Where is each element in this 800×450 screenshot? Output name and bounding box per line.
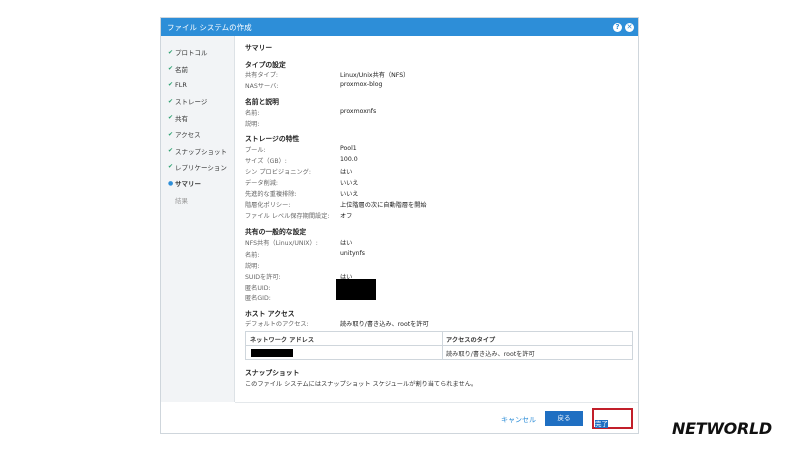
help-icon[interactable]: ? <box>613 22 622 32</box>
step-snapshot[interactable]: ✔ スナップショット <box>161 142 234 158</box>
close-icon[interactable]: ✕ <box>625 22 634 32</box>
dialog-title: ファイル システムの作成 <box>167 22 252 32</box>
step-access[interactable]: ✔ アクセス <box>161 126 234 142</box>
share-heading: 共有の一般的な設定 <box>245 228 307 236</box>
snapshot-text: このファイル システムにはスナップショット スケジュールが割り当てられません。 <box>245 381 478 388</box>
step-share[interactable]: ✔ 共有 <box>161 110 234 126</box>
summary-title: サマリー <box>245 44 273 52</box>
compression-row: データ削減: いいえ <box>245 180 359 187</box>
redacted-address <box>251 349 293 357</box>
storage-heading: ストレージの特性 <box>245 135 300 143</box>
step-name[interactable]: ✔ 名前 <box>161 60 234 76</box>
size-row: サイズ（GB）: 100.0 <box>245 156 358 165</box>
current-step-icon: ● <box>168 179 174 187</box>
back-button[interactable]: 戻る <box>545 411 583 426</box>
host-heading: ホスト アクセス <box>245 310 295 318</box>
access-type-header: アクセスのタイプ <box>446 337 496 344</box>
snapshot-heading: スナップショット <box>245 369 300 377</box>
check-icon: ✔ <box>168 97 174 105</box>
step-storage[interactable]: ✔ ストレージ <box>161 93 234 109</box>
dedup-row: 先進的な重複排除: いいえ <box>245 191 359 198</box>
share-type-row: 共有タイプ: Linux/Unix共有（NFS） <box>245 72 410 79</box>
create-filesystem-dialog: ファイル システムの作成 ? ✕ ✔ プロトコル ✔ 名前 ✔ FLR ✔ ストレージ … <box>160 17 639 434</box>
check-icon: ✔ <box>168 114 174 122</box>
pool-row: プール: Pool1 <box>245 145 357 154</box>
nas-server-row: NASサーバ: proxmox-blog <box>245 81 383 90</box>
tier-row: 階層化ポリシー: 上位階層の次に自動階層を開始 <box>245 202 427 209</box>
host-access-table: ネットワーク アドレス アクセスのタイプ 読み取り/書き込み、rootを許可 <box>245 331 633 360</box>
check-icon: ✔ <box>168 147 174 155</box>
name-row: 名前: proxmoxnfs <box>245 108 377 117</box>
flr-row: ファイル レベル保存期間設定: オフ <box>245 213 353 220</box>
dialog-titlebar: ファイル システムの作成 ? ✕ <box>161 18 638 36</box>
default-access-row: デフォルトのアクセス: 読み取り/書き込み、rootを許可 <box>245 321 429 328</box>
check-icon: ✔ <box>168 163 174 171</box>
description-row: 説明: <box>245 121 260 128</box>
step-summary[interactable]: ● サマリー <box>161 175 234 191</box>
redacted-block <box>336 279 376 300</box>
dialog-footer: キャンセル 戻る 完了 <box>235 402 638 434</box>
wizard-steps: ✔ プロトコル ✔ 名前 ✔ FLR ✔ ストレージ ✔ 共有 ✔ アクセス ✔ スナップショ… <box>161 36 235 402</box>
type-heading: タイプの設定 <box>245 61 286 69</box>
check-icon: ✔ <box>168 81 174 89</box>
check-icon: ✔ <box>168 65 174 73</box>
step-result: 結果 <box>175 196 188 205</box>
anon-gid-row: 匿名GID: <box>245 295 271 302</box>
share-desc-row: 説明: <box>245 263 260 270</box>
nfs-row: NFS共有（Linux/UNIX）: はい <box>245 240 353 247</box>
share-name-row: 名前: unitynfs <box>245 250 365 259</box>
cancel-button[interactable]: キャンセル <box>501 415 536 425</box>
networld-logo: NETWORLD <box>672 419 772 438</box>
step-protocol[interactable]: ✔ プロトコル <box>161 44 234 60</box>
step-replication[interactable]: ✔ レプリケーション <box>161 159 234 175</box>
step-flr[interactable]: ✔ FLR <box>161 77 234 93</box>
table-header: ネットワーク アドレス アクセスのタイプ <box>246 332 632 346</box>
suid-row: SUIDを許可: はい <box>245 274 353 281</box>
network-address-header: ネットワーク アドレス <box>250 337 315 344</box>
check-icon: ✔ <box>168 130 174 138</box>
finish-button[interactable]: 完了 <box>592 408 633 429</box>
thin-row: シン プロビジョニング: はい <box>245 169 353 176</box>
check-icon: ✔ <box>168 48 174 56</box>
table-row[interactable]: 読み取り/書き込み、rootを許可 <box>246 346 632 360</box>
name-heading: 名前と説明 <box>245 98 279 106</box>
